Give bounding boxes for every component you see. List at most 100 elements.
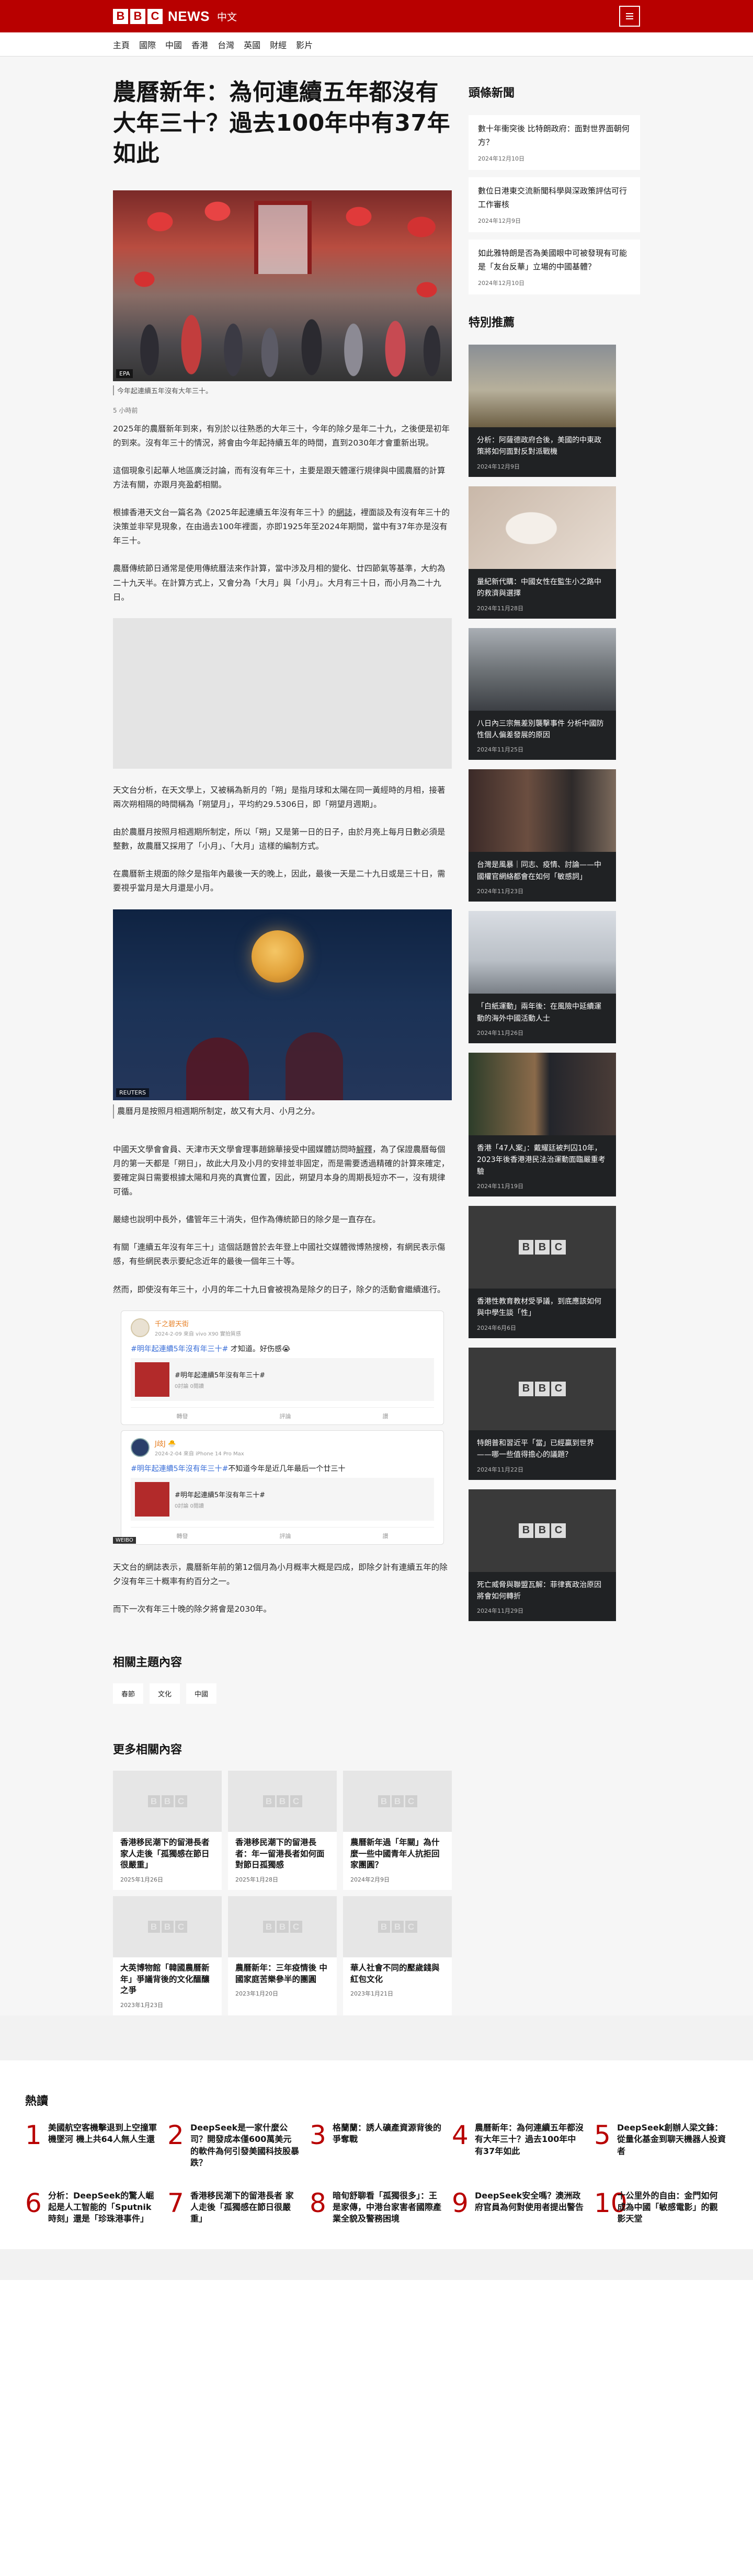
bbc-placeholder-logo: BBC — [263, 1921, 302, 1933]
featured-card-date: 2024年11月19日 — [477, 1183, 523, 1190]
explain-link[interactable]: 解釋 — [356, 1145, 372, 1154]
most-read-title-text: 農曆新年：為何連續五年都沒有大年三十？過去100年中有37年如此 — [475, 2123, 584, 2156]
nav-item-hongkong[interactable]: 香港 — [191, 38, 208, 51]
blog-link[interactable]: 網誌 — [336, 508, 352, 517]
nav-item-world[interactable]: 國際 — [139, 38, 156, 51]
most-read-item[interactable]: 5 DeepSeek創辦人梁文鋒：從量化基金到聊天機器人投資者 — [594, 2122, 726, 2169]
featured-card-title: 死亡威脅與聯盟瓦解：菲律賓政治原因將會如何轉折 — [477, 1580, 601, 1601]
most-read-item[interactable]: 6 分析：DeepSeek的驚人崛起是人工智能的「Sputnik時刻」還是「珍珠港… — [25, 2190, 157, 2225]
placeholder-image: BBC — [228, 1896, 337, 1958]
hashtag-link[interactable]: #明年起連續5年沒有年三十# — [131, 1465, 228, 1473]
nav-item-china[interactable]: 中國 — [165, 38, 182, 51]
moon-shape — [252, 930, 304, 983]
most-read-title-text: 香港移民潮下的留港長者 家人走後「孤獨感在節日很嚴重」 — [190, 2190, 294, 2224]
placeholder-image: BBC — [113, 1771, 222, 1832]
nav-item-taiwan[interactable]: 台灣 — [218, 38, 234, 51]
most-read-item[interactable]: 2 DeepSeek是一家什麼公司？開發成本僅600萬美元的軟件為何引發美國科技股… — [167, 2122, 299, 2169]
most-read-item[interactable]: 1 美國航空客機擊退到上空撞軍機墜河 機上共64人無人生還 — [25, 2122, 157, 2169]
most-read-item[interactable]: 3 格蘭蘭：誘人礦產資源背後的爭奪戰 — [310, 2122, 441, 2169]
article-timestamp: 5 小時前 — [113, 406, 138, 414]
post-body: 不知道今年是近几年最后一个廿三十 — [228, 1464, 346, 1473]
nav-item-home[interactable]: 主頁 — [113, 38, 130, 51]
featured-card[interactable]: 「白紙運動」兩年後：在風險中延續運動的海外中國活動人士 2024年11月26日 — [469, 911, 616, 1043]
post-username[interactable]: 千之碧天街 — [155, 1318, 241, 1328]
most-read-item[interactable]: 7 香港移民潮下的留港長者 家人走後「孤獨感在節日很嚴重」 — [167, 2190, 299, 2225]
comment-button[interactable]: 評論 — [280, 1412, 291, 1420]
related-date: 2023年1月21日 — [350, 1990, 393, 1998]
avatar[interactable] — [131, 1318, 150, 1337]
featured-card-date: 2024年11月22日 — [477, 1466, 523, 1473]
topic-tag[interactable]: 文化 — [150, 1683, 180, 1704]
related-topics-title: 相關主題內容 — [113, 1656, 182, 1670]
hashtag-link[interactable]: #明年起連續5年沒有年三十# — [131, 1345, 228, 1353]
headline-card[interactable]: 數位日港東交流新聞科學與深政策評估可行工作審核 2024年12月9日 — [469, 177, 640, 232]
featured-card[interactable]: 量紀新代購：中國女性在監生小之路中的救濟與選擇 2024年11月28日 — [469, 486, 616, 619]
moon-image-credit: REUTERS — [116, 1088, 149, 1097]
post-body: 才知道。好伤感😭 — [228, 1344, 291, 1353]
forward-button[interactable]: 轉發 — [177, 1532, 188, 1540]
paragraph: 這個現象引起華人地區廣泛討論，而有沒有年三十，主要是跟天體運行規律與中國農曆的計… — [113, 465, 446, 489]
most-read-item[interactable]: 8 暗旬舒聊看「孤獨很多」：王是家傳，中港台家害者國際產業全貌及警務困境 — [310, 2190, 441, 2225]
comment-button[interactable]: 評論 — [280, 1532, 291, 1540]
like-button[interactable]: 讚 — [383, 1532, 389, 1540]
bbc-placeholder-logo: BBC — [147, 1921, 187, 1933]
related-card[interactable]: BBC 香港移民潮下的留港長者 家人走後「孤獨感在節日很嚴重」 2025年1月26… — [113, 1771, 222, 1890]
nav-item-video[interactable]: 影片 — [296, 38, 313, 51]
forward-button[interactable]: 轉發 — [177, 1412, 188, 1420]
featured-card[interactable]: BBC 死亡威脅與聯盟瓦解：菲律賓政治原因將會如何轉折 2024年11月29日 — [469, 1489, 616, 1622]
featured-card-title: 量紀新代購：中國女性在監生小之路中的救濟與選擇 — [477, 577, 601, 598]
avatar[interactable] — [131, 1438, 150, 1457]
related-title: 大英博物館「韓國農曆新年」爭議背後的文化醞釀之爭 — [120, 1963, 210, 1996]
related-title: 香港移民潮下的留港長者 家人走後「孤獨感在節日很嚴重」 — [120, 1838, 210, 1870]
paragraph-text: 根據香港天文台一篇名為《2025年起連續五年沒有年三十》的 — [113, 508, 336, 518]
topic-card[interactable]: #明年起連續5年沒有年三十# 0討論 0閱讀 — [131, 1477, 434, 1521]
related-card[interactable]: BBC 農曆新年：三年疫情後 中國家庭苦樂參半的團圓 2023年1月20日 — [228, 1896, 337, 2016]
featured-card[interactable]: 分析：阿薩德政府合後，美國的中東政策將如何面對反對派戰機 2024年12月9日 — [469, 345, 616, 477]
featured-image — [469, 486, 616, 569]
related-card[interactable]: BBC 農曆新年過「年關」為什麼一些中國青年人抗拒回家團圓？ 2024年2月9日 — [343, 1771, 452, 1890]
bbc-placeholder-logo: BBC — [519, 1523, 566, 1538]
rank-number: 6 — [25, 2187, 42, 2218]
topic-tag[interactable]: 春節 — [113, 1683, 144, 1704]
bbc-placeholder-logo: BBC — [519, 1381, 566, 1396]
menu-button[interactable] — [619, 6, 640, 27]
related-card[interactable]: BBC 華人社會不同的壓歲錢與紅包文化 2023年1月21日 — [343, 1896, 452, 2016]
topic-card[interactable]: #明年起連續5年沒有年三十# 0討論 0閱讀 — [131, 1358, 434, 1401]
headline-card[interactable]: 如此雅特朗是否為美國眼中可被發現有可能是「友台反華」立場的中國基體？ 2024年… — [469, 240, 640, 294]
most-read-item[interactable]: 10 十公里外的自由：金門如何成為中國「敏感電影」的觀影天堂 — [594, 2190, 726, 2225]
bbc-news-logo[interactable]: B B C NEWS 中文 — [113, 8, 237, 25]
paragraph: 農曆傳統節日通常是使用傳統曆法來作計算，當中涉及月相的變化、廿四節氣等基準，大約… — [113, 564, 446, 602]
rank-number: 2 — [167, 2120, 184, 2150]
most-read-item[interactable]: 4 農曆新年：為何連續五年都沒有大年三十？過去100年中有37年如此 — [452, 2122, 584, 2169]
placeholder-image: BBC — [113, 1896, 222, 1958]
headline-card[interactable]: 數十年衝突後 比特朗政府：面對世界面朝何方？ 2024年12月10日 — [469, 115, 640, 170]
topic-thumbnail — [135, 1362, 169, 1397]
bbc-placeholder-logo: BBC — [263, 1795, 302, 1808]
bbc-placeholder-logo: BBC — [519, 1240, 566, 1255]
placeholder-image: BBC — [469, 1347, 616, 1430]
nav-item-business[interactable]: 財經 — [270, 38, 287, 51]
topic-card-stats: 0討論 0閱讀 — [175, 1503, 204, 1509]
featured-card[interactable]: 香港「47人案」：戴耀廷被判囚10年，2023年後香港港民法治運動面臨嚴重考驗 2… — [469, 1052, 616, 1197]
like-button[interactable]: 讚 — [383, 1412, 389, 1420]
paragraph: 有關「連續五年沒有年三十」這個話題曾於去年登上中國社交媒體微博熱搜榜，有網民表示… — [113, 1243, 446, 1267]
featured-card[interactable]: BBC 香港性教育教材受爭議，到底應該如何與中學生談「性」 2024年6月6日 — [469, 1206, 616, 1338]
featured-card[interactable]: BBC 特朗普和習近平「當」已經贏到世界——哪一些值得擔心的議題？ 2024年11… — [469, 1347, 616, 1480]
weibo-post[interactable]: 千之碧天街 2024-2-09 來自 vivo X90 實拍質感 #明年起連續5… — [121, 1310, 444, 1425]
topic-tag[interactable]: 中國 — [186, 1683, 217, 1704]
hero-image-crowd — [113, 292, 452, 381]
featured-card[interactable]: 台灣是風暴｜同志、疫情、討論——中國權官網絡都會在如何「敏感詞」 2024年11月… — [469, 769, 616, 902]
weibo-post[interactable]: J歧J 🐣 2024-2-04 來自 iPhone 14 Pro Max #明年… — [121, 1430, 444, 1545]
bbc-letter-b1: B — [113, 8, 128, 24]
related-card[interactable]: BBC 香港移民潮下的留港長者：年一留港長者如何面對節日孤獨感 2025年1月28… — [228, 1771, 337, 1890]
nav-item-uk[interactable]: 英國 — [244, 38, 260, 51]
featured-card[interactable]: 八日內三宗無差別襲擊事件 分析中國防性個人偏差發展的原因 2024年11月25日 — [469, 628, 616, 760]
most-read-title-text: 分析：DeepSeek的驚人崛起是人工智能的「Sputnik時刻」還是「珍珠港事… — [48, 2190, 154, 2224]
featured-image — [469, 628, 616, 711]
weibo-source-label: WEIBO — [113, 1536, 136, 1544]
rank-number: 4 — [452, 2120, 469, 2150]
post-username[interactable]: J歧J 🐣 — [155, 1438, 244, 1448]
most-read-list: 1 美國航空客機擊退到上空撞軍機墜河 機上共64人無人生還 2 DeepSeek是一… — [25, 2122, 728, 2225]
most-read-item[interactable]: 9 DeepSeek安全嗎？澳洲政府官員為何對使用者提出警告 — [452, 2190, 584, 2225]
related-card[interactable]: BBC 大英博物館「韓國農曆新年」爭議背後的文化醞釀之爭 2023年1月23日 — [113, 1896, 222, 2016]
